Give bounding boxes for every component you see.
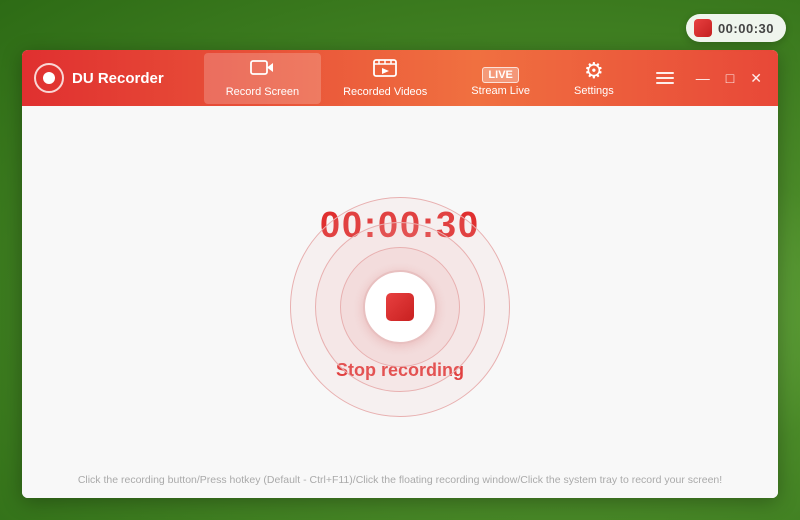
floating-timer-text: 00:00:30 bbox=[718, 21, 774, 36]
nav-label-settings: Settings bbox=[574, 85, 614, 97]
circles-container bbox=[363, 270, 437, 344]
floating-timer[interactable]: 00:00:30 bbox=[686, 14, 786, 42]
window-controls: — □ ✕ bbox=[656, 68, 766, 89]
minimize-button[interactable]: — bbox=[692, 68, 714, 88]
maximize-button[interactable]: □ bbox=[722, 68, 738, 88]
main-content: 00:00:30 Stop recording Click the record… bbox=[22, 106, 778, 498]
live-badge: LIVE bbox=[482, 67, 518, 83]
nav-label-record-screen: Record Screen bbox=[226, 86, 299, 98]
nav-item-recorded-videos[interactable]: Recorded Videos bbox=[321, 53, 449, 104]
logo-dot bbox=[43, 72, 55, 84]
settings-icon bbox=[584, 60, 604, 82]
close-button[interactable]: ✕ bbox=[746, 68, 766, 89]
hint-text: Click the recording button/Press hotkey … bbox=[22, 474, 778, 486]
app-window: DU Recorder Record Screen bbox=[22, 50, 778, 498]
floating-stop-icon bbox=[694, 19, 712, 37]
stream-live-icon: LIVE bbox=[482, 60, 518, 82]
nav-bar: Record Screen Recorded Videos bbox=[184, 53, 656, 104]
recorded-videos-icon bbox=[373, 59, 397, 83]
stop-icon bbox=[386, 293, 414, 321]
nav-label-stream-live: Stream Live bbox=[471, 85, 530, 97]
menu-icon[interactable] bbox=[656, 72, 674, 84]
nav-item-settings[interactable]: Settings bbox=[552, 54, 636, 103]
logo-icon bbox=[34, 63, 64, 93]
stop-recording-button[interactable] bbox=[363, 270, 437, 344]
nav-label-recorded-videos: Recorded Videos bbox=[343, 86, 427, 98]
nav-item-record-screen[interactable]: Record Screen bbox=[204, 53, 321, 104]
app-logo: DU Recorder bbox=[34, 63, 164, 93]
app-title: DU Recorder bbox=[72, 70, 164, 87]
nav-item-stream-live[interactable]: LIVE Stream Live bbox=[449, 54, 552, 103]
app-header: DU Recorder Record Screen bbox=[22, 50, 778, 106]
record-screen-icon bbox=[250, 59, 274, 83]
